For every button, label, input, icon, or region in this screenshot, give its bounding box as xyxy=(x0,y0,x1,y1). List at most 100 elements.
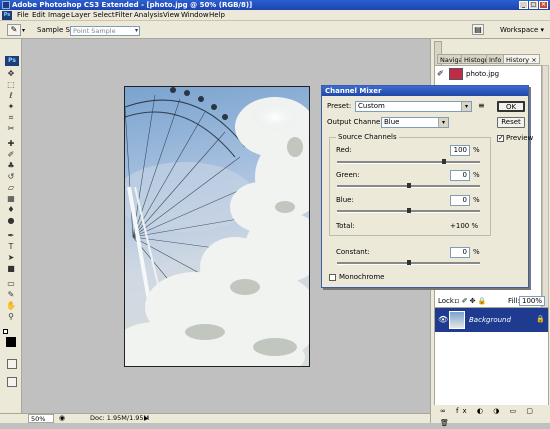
toolbox: Ps ✥ ⬚ ℓ ✦ ⌗ ✂ ✚ ✐ ♣ ↺ ▱ ▦ ♦ ● ✒ T ➤ ■ ▭… xyxy=(0,39,22,413)
sample-size-select[interactable]: Point Sample ▾ xyxy=(70,26,140,36)
default-colors-icon[interactable] xyxy=(3,329,8,334)
green-slider-thumb[interactable] xyxy=(406,183,411,188)
blue-slider-thumb[interactable] xyxy=(406,208,411,213)
green-input[interactable]: 0 xyxy=(450,170,470,181)
history-brush-tool-icon[interactable]: ↺ xyxy=(5,172,17,182)
layer-name[interactable]: Background xyxy=(469,316,511,325)
menu-file[interactable]: File xyxy=(17,11,29,20)
output-channel-label: Output Channel: xyxy=(327,118,385,126)
layers-list: 👁 Background 🔒 xyxy=(434,307,549,417)
crop-tool-icon[interactable]: ⌗ xyxy=(5,113,17,123)
red-slider[interactable] xyxy=(337,159,480,164)
marquee-tool-icon[interactable]: ⬚ xyxy=(5,80,17,90)
green-percent: % xyxy=(473,171,480,179)
workspace-menu-button[interactable]: Workspace ▾ xyxy=(500,26,544,35)
preset-options-icon[interactable]: ≡ xyxy=(478,101,485,110)
photoshop-app-icon xyxy=(2,1,10,9)
eyedropper-tool-icon[interactable]: ✎ xyxy=(5,290,17,300)
menu-analysis[interactable]: Analysis xyxy=(134,11,163,20)
brush-tool-icon[interactable]: ✐ xyxy=(5,150,17,160)
shape-tool-icon[interactable]: ■ xyxy=(5,264,17,274)
close-button[interactable]: × xyxy=(539,1,548,9)
blue-input[interactable]: 0 xyxy=(450,195,470,206)
blue-slider[interactable] xyxy=(337,208,480,213)
status-menu-arrow-icon[interactable]: ▶ xyxy=(144,414,149,423)
status-info-icon[interactable]: ◉ xyxy=(59,414,65,423)
history-item-label[interactable]: photo.jpg xyxy=(466,70,499,79)
red-label: Red: xyxy=(336,146,352,154)
blue-percent: % xyxy=(473,196,480,204)
notes-tool-icon[interactable]: ▭ xyxy=(5,279,17,289)
blur-tool-icon[interactable]: ♦ xyxy=(5,205,17,215)
eyedropper-preset-icon[interactable]: ✎ xyxy=(7,24,21,36)
document-canvas[interactable] xyxy=(124,86,310,367)
type-tool-icon[interactable]: T xyxy=(5,242,17,252)
output-channel-select[interactable]: Blue ▾ xyxy=(381,117,449,128)
green-label: Green: xyxy=(336,171,360,179)
eraser-tool-icon[interactable]: ▱ xyxy=(5,183,17,193)
layer-visibility-eye-icon[interactable]: 👁 xyxy=(438,315,448,324)
move-tool-icon[interactable]: ✥ xyxy=(5,69,17,79)
preview-checkbox[interactable]: ✓ xyxy=(497,135,504,142)
tab-history[interactable]: History × xyxy=(503,54,540,64)
palette-well-icon[interactable]: ▤ xyxy=(472,24,484,35)
menu-select[interactable]: Select xyxy=(93,11,115,20)
ps-menu-icon[interactable]: Ps xyxy=(2,11,12,20)
healing-tool-icon[interactable]: ✚ xyxy=(5,139,17,149)
constant-slider-thumb[interactable] xyxy=(406,260,411,265)
ok-button[interactable]: OK xyxy=(497,101,525,112)
pen-tool-icon[interactable]: ✒ xyxy=(5,231,17,241)
menu-window[interactable]: Window xyxy=(181,11,209,20)
green-slider[interactable] xyxy=(337,183,480,188)
quick-mask-icon[interactable] xyxy=(7,359,17,369)
title-bar: Adobe Photoshop CS3 Extended - [photo.jp… xyxy=(0,0,550,10)
options-bar: ✎ ▾ Sample Size: Point Sample ▾ ▤ Worksp… xyxy=(0,21,550,39)
status-bar: 50% ◉ Doc: 1.95M/1.95M ▶ xyxy=(0,413,430,423)
slice-tool-icon[interactable]: ✂ xyxy=(5,124,17,134)
red-slider-thumb[interactable] xyxy=(442,159,447,164)
history-brush-source-icon[interactable]: ✐ xyxy=(437,69,447,79)
monochrome-checkbox[interactable] xyxy=(329,274,336,281)
history-scrollbar[interactable] xyxy=(542,65,549,313)
tab-info[interactable]: Info xyxy=(486,54,505,64)
clone-stamp-tool-icon[interactable]: ♣ xyxy=(5,161,17,171)
output-channel-value: Blue xyxy=(384,118,400,126)
constant-input[interactable]: 0 xyxy=(450,247,470,258)
fill-input[interactable]: 100% xyxy=(519,296,545,306)
screen-mode-icon[interactable] xyxy=(7,377,17,387)
zoom-level-field[interactable]: 50% xyxy=(28,414,54,423)
preset-chevron-down-icon[interactable]: ▾ xyxy=(22,27,25,34)
menu-help[interactable]: Help xyxy=(209,11,225,20)
constant-slider[interactable] xyxy=(337,260,480,265)
dodge-tool-icon[interactable]: ● xyxy=(5,216,17,226)
lasso-tool-icon[interactable]: ℓ xyxy=(5,91,17,101)
red-input[interactable]: 100 xyxy=(450,145,470,156)
foreground-color-swatch[interactable] xyxy=(6,337,16,347)
menu-edit[interactable]: Edit xyxy=(32,11,46,20)
gradient-tool-icon[interactable]: ▦ xyxy=(5,194,17,204)
dialog-title: Channel Mixer xyxy=(322,86,528,96)
quick-select-tool-icon[interactable]: ✦ xyxy=(5,102,17,112)
sample-size-value: Point Sample xyxy=(73,27,116,35)
doc-size-text: Doc: 1.95M/1.95M xyxy=(90,414,150,422)
toolbox-logo: Ps xyxy=(5,56,19,66)
layer-row-background[interactable]: 👁 Background 🔒 xyxy=(435,308,548,332)
menu-layer[interactable]: Layer xyxy=(71,11,91,20)
preview-label: Preview xyxy=(506,134,534,142)
lock-icons[interactable]: ▫✐✥🔒 xyxy=(455,297,488,306)
zoom-tool-icon[interactable]: ⚲ xyxy=(5,312,17,322)
menu-view[interactable]: View xyxy=(163,11,180,20)
menu-filter[interactable]: Filter xyxy=(115,11,132,20)
layer-thumbnail xyxy=(449,311,465,329)
preset-select[interactable]: Custom ▾ xyxy=(355,101,472,112)
reset-button[interactable]: Reset xyxy=(497,117,525,128)
constant-label: Constant: xyxy=(336,248,370,256)
hand-tool-icon[interactable]: ✋ xyxy=(5,301,17,311)
maximize-button[interactable]: □ xyxy=(529,1,538,9)
path-select-tool-icon[interactable]: ➤ xyxy=(5,253,17,263)
layers-footer-icons[interactable]: ∞ fx ◐ ◑ ▭ ▢ 🗑 xyxy=(434,405,549,427)
blue-label: Blue: xyxy=(336,196,354,204)
layer-lock-icon: 🔒 xyxy=(536,315,545,323)
menu-image[interactable]: Image xyxy=(48,11,70,20)
minimize-button[interactable]: _ xyxy=(519,1,528,9)
